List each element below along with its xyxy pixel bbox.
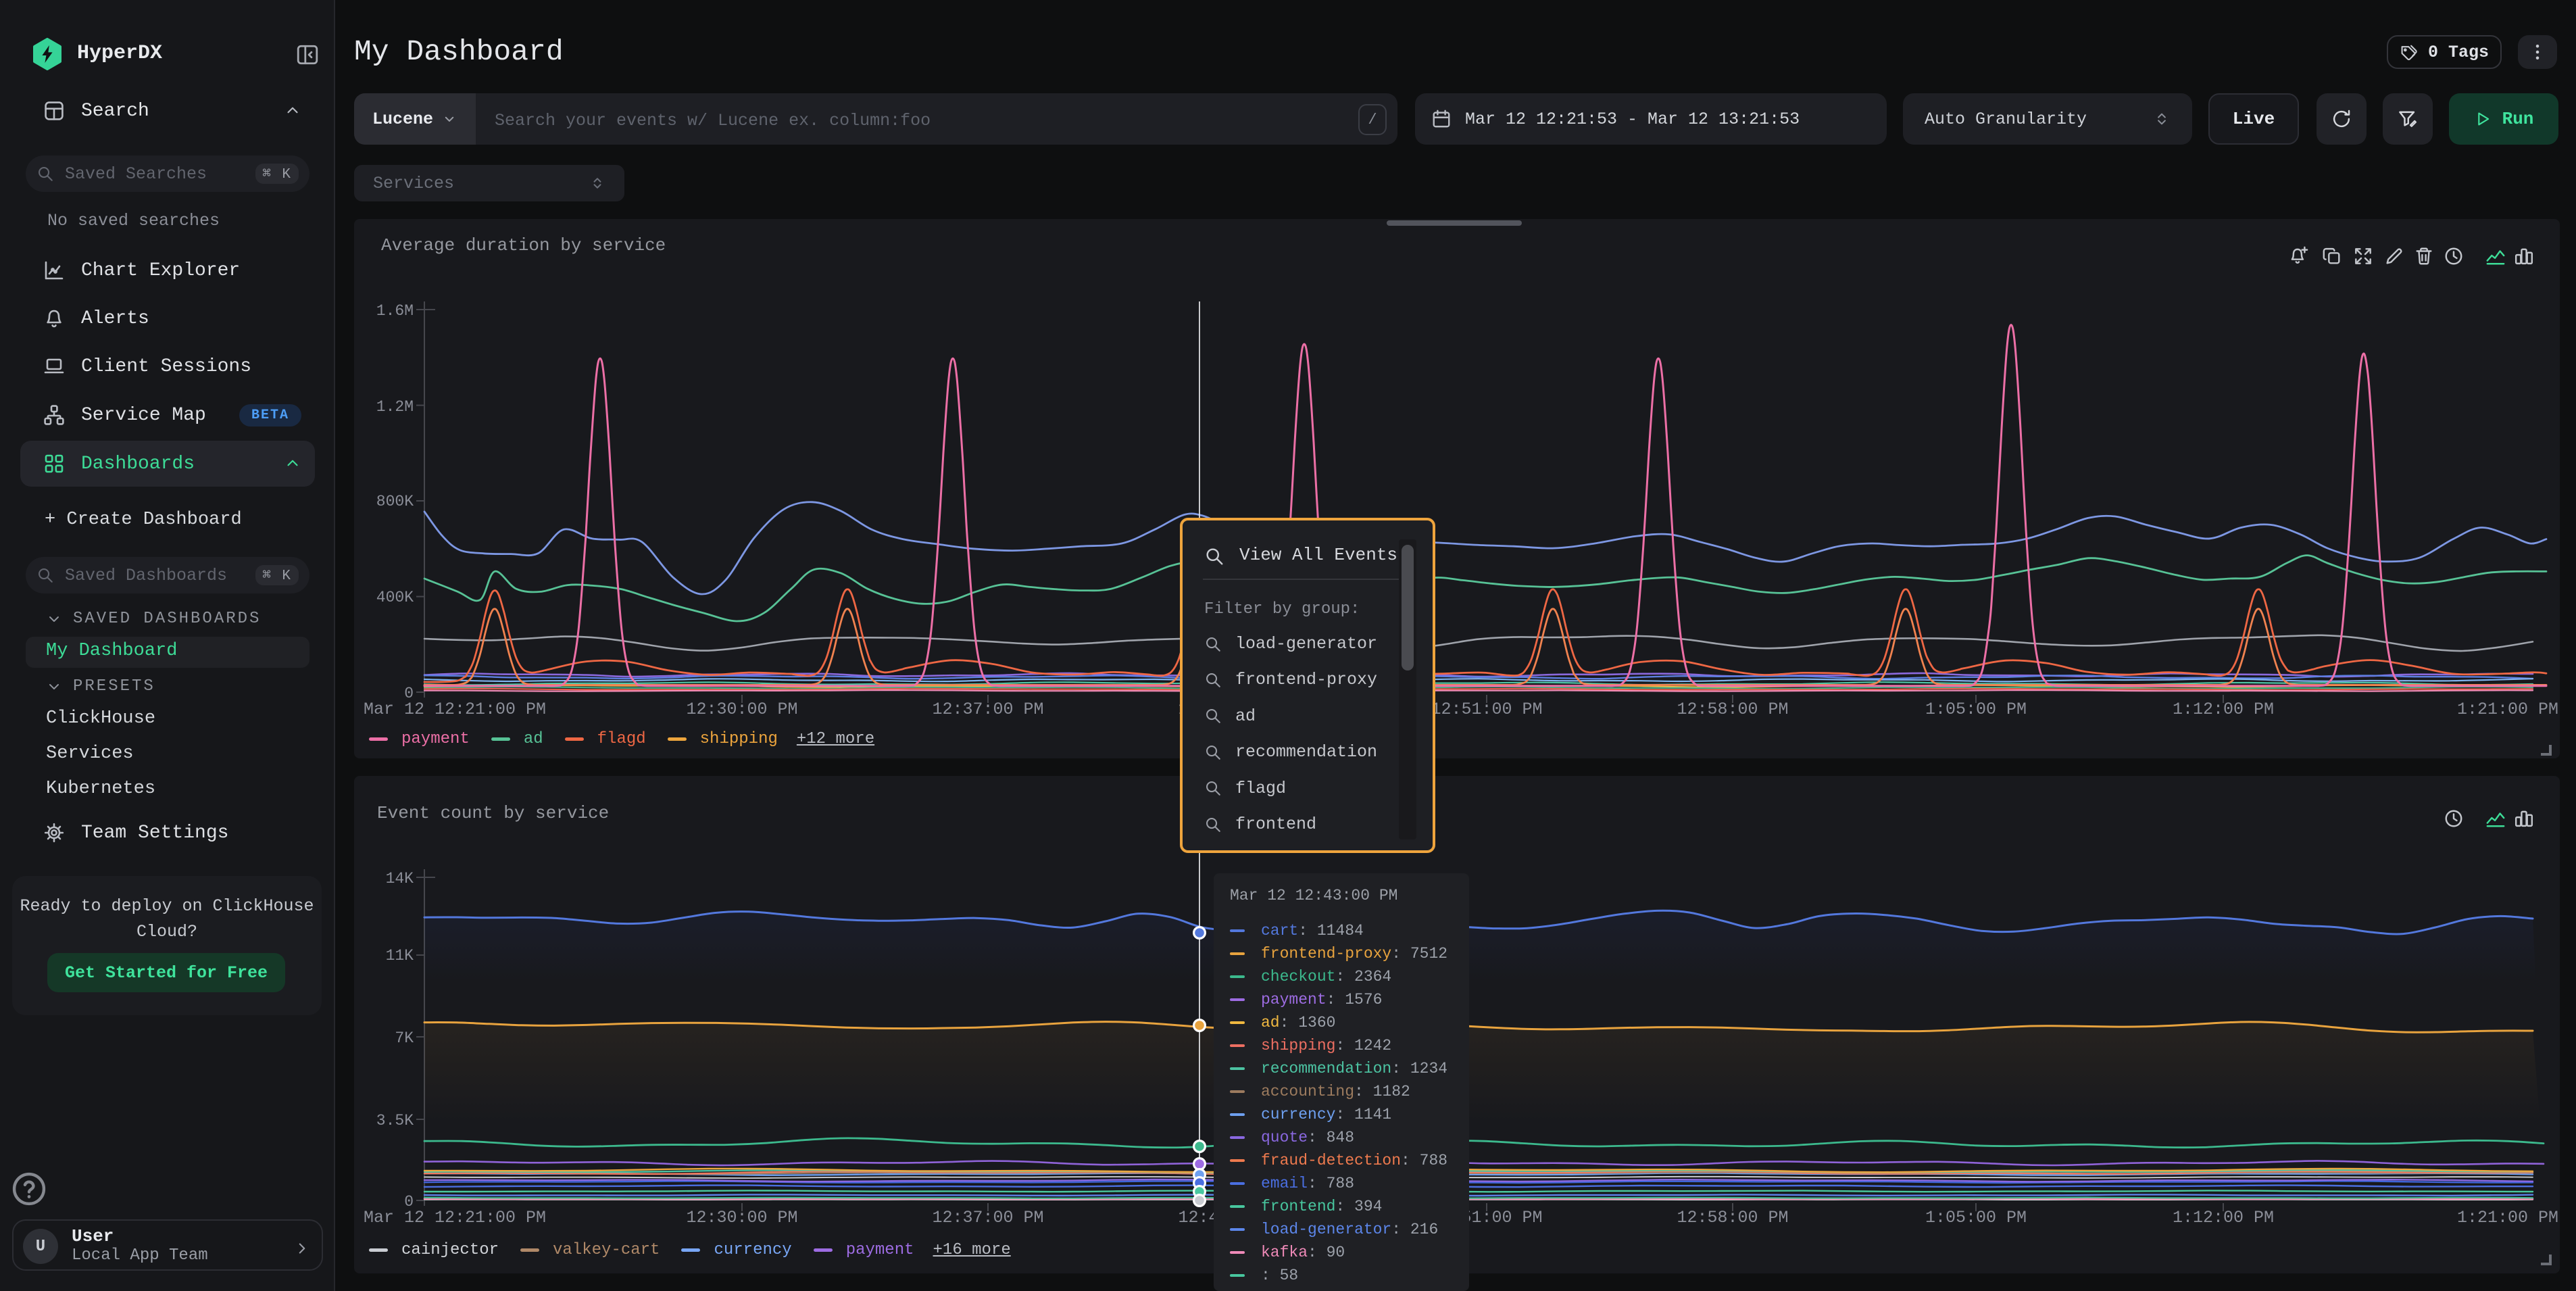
svg-text:1:05:00 PM: 1:05:00 PM [1925,700,2027,719]
svg-text:800K: 800K [376,493,414,510]
svg-text:400K: 400K [376,589,414,606]
svg-text:7K: 7K [395,1029,414,1047]
svg-text:12:58:00 PM: 12:58:00 PM [1677,700,1788,719]
svg-text:12:37:00 PM: 12:37:00 PM [932,700,1043,719]
svg-text:3.5K: 3.5K [376,1112,414,1129]
svg-text:1:21:00 PM: 1:21:00 PM [2457,700,2558,719]
svg-text:1.6M: 1.6M [376,302,414,320]
svg-text:12:37:00 PM: 12:37:00 PM [932,1208,1043,1227]
svg-text:1:21:00 PM: 1:21:00 PM [2457,1208,2558,1227]
svg-text:12:51:00 PM: 12:51:00 PM [1431,700,1542,719]
svg-text:12:30:00 PM: 12:30:00 PM [686,1208,797,1227]
svg-text:Mar 12 12:21:00 PM: Mar 12 12:21:00 PM [364,1208,546,1227]
svg-text:12:30:00 PM: 12:30:00 PM [686,700,797,719]
svg-text:Mar 12 12:21:00 PM: Mar 12 12:21:00 PM [364,700,546,719]
svg-text:12:58:00 PM: 12:58:00 PM [1677,1208,1788,1227]
svg-text:1.2M: 1.2M [376,398,414,416]
svg-text:1:12:00 PM: 1:12:00 PM [2173,700,2274,719]
svg-text:14K: 14K [386,870,414,887]
svg-text:11K: 11K [386,947,414,965]
svg-text:1:12:00 PM: 1:12:00 PM [2173,1208,2274,1227]
svg-text:1:05:00 PM: 1:05:00 PM [1925,1208,2027,1227]
